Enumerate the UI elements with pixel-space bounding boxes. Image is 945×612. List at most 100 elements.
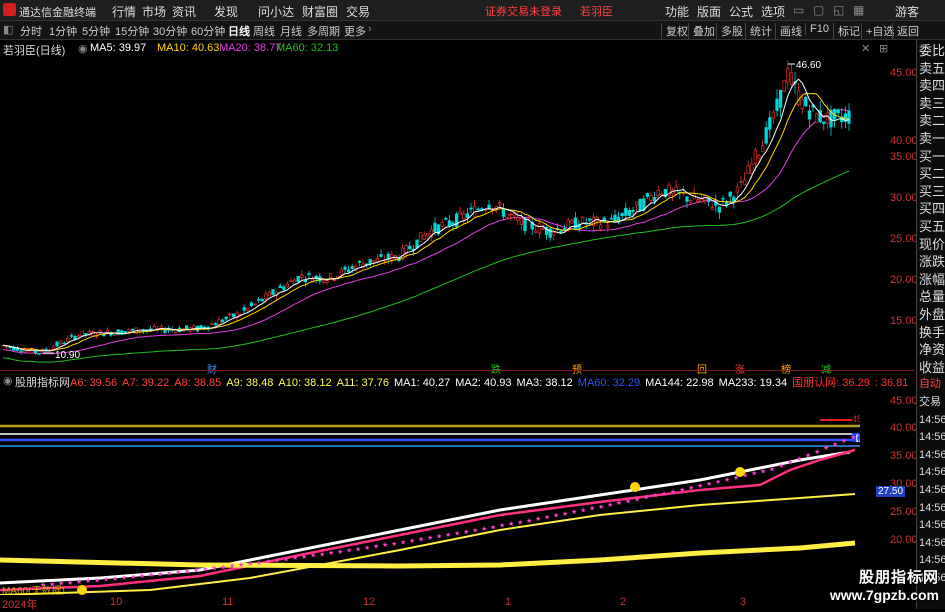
tab-period-active[interactable]: 日线 — [228, 23, 250, 39]
star-marker: ★ — [634, 496, 640, 504]
menu-item[interactable]: 问小达 — [258, 3, 294, 20]
tab-period[interactable]: 30分钟 — [153, 23, 187, 39]
candle-body — [757, 155, 761, 159]
tab-period[interactable]: 15分钟 — [115, 23, 149, 39]
tool-button[interactable]: 画线 — [775, 23, 802, 39]
ma-line — [2, 109, 850, 355]
menu-item[interactable]: 交易 — [346, 3, 370, 20]
indicator-chart[interactable]: 45.4 【底】 ★★★★★★★★★★★★★★★★★★★★★★★★★★★★★★★… — [0, 390, 860, 595]
smiley-icon — [77, 585, 87, 595]
candle-body — [98, 330, 102, 333]
panel-divider[interactable] — [0, 370, 915, 371]
guest-button[interactable]: 游客 — [895, 3, 919, 20]
star-marker: ★ — [166, 569, 172, 577]
price-tick: 30.00 — [890, 192, 918, 204]
quote-label: 14:56 — [919, 448, 945, 461]
menu-item[interactable]: 市场 — [142, 3, 166, 20]
star-marker: ★ — [787, 458, 793, 466]
app-logo-icon — [3, 3, 16, 16]
indicator-name[interactable]: 股朋指标网 — [15, 374, 70, 388]
candle-body — [163, 329, 167, 333]
login-notice[interactable]: 证券交易未登录 — [485, 3, 562, 19]
menu-item[interactable]: 财富圈 — [302, 3, 338, 20]
tool-button[interactable]: 多股 — [716, 23, 743, 39]
candle-body — [321, 280, 326, 284]
candle-body — [685, 196, 689, 202]
tab-period[interactable]: 60分钟 — [191, 23, 225, 39]
candle-body — [300, 274, 304, 278]
candle-body — [447, 220, 452, 227]
expand-icon[interactable]: ⊞ — [879, 42, 888, 55]
quote-label: 买四 — [919, 201, 945, 217]
grid-icon[interactable]: ▦ — [853, 3, 864, 17]
candle-body — [501, 209, 506, 217]
candle-body — [69, 335, 74, 337]
candle-body — [303, 279, 308, 283]
add-watchlist-button[interactable]: +自选 — [861, 23, 894, 39]
close-icon[interactable]: ✕ — [861, 42, 870, 55]
tool-button[interactable]: F10 — [805, 23, 829, 35]
star-marker: ★ — [130, 573, 136, 581]
tab-period[interactable]: 5分钟 — [82, 23, 110, 39]
settings-icon[interactable]: ◉ — [3, 374, 13, 387]
window-icon[interactable]: ◱ — [833, 3, 844, 17]
star-marker: ★ — [805, 451, 811, 459]
menu-function[interactable]: 功能 — [665, 3, 689, 20]
back-button[interactable]: 返回 — [892, 23, 919, 39]
menu-item[interactable]: 发现 — [214, 3, 238, 20]
star-marker: ★ — [769, 465, 775, 473]
star-marker: ★ — [724, 476, 730, 484]
candle-body — [537, 223, 542, 234]
restore-icon[interactable]: ▢ — [813, 3, 824, 17]
tool-button[interactable]: 统计 — [745, 23, 772, 39]
star-marker: ★ — [139, 572, 145, 580]
tab-period[interactable]: 月线 — [280, 23, 302, 39]
star-marker: ★ — [265, 558, 271, 566]
candle-body — [102, 334, 106, 337]
star-marker: ★ — [472, 526, 478, 534]
star-marker: ★ — [760, 467, 766, 475]
candle-body — [339, 269, 344, 276]
tool-button[interactable]: 复权 — [661, 23, 688, 39]
candle-body — [368, 259, 372, 265]
star-marker: ★ — [175, 568, 181, 576]
tool-button[interactable]: 叠加 — [688, 23, 715, 39]
candle-body — [746, 165, 750, 174]
candle-body — [296, 276, 300, 283]
tab-period[interactable]: 分时 — [20, 23, 42, 39]
settings-icon[interactable]: ◉ — [78, 42, 88, 55]
candle-body — [768, 117, 772, 130]
tab-period[interactable]: 周线 — [253, 23, 275, 39]
candle-body — [462, 213, 466, 220]
time-tick: 3 — [740, 596, 747, 608]
toggle-icon[interactable]: ◧ — [3, 23, 13, 36]
tab-period[interactable]: 1分钟 — [49, 23, 77, 39]
star-marker: ★ — [121, 574, 127, 582]
menu-item[interactable]: 行情 — [112, 3, 136, 20]
menu-layout[interactable]: 版面 — [697, 3, 721, 20]
candlestick-chart[interactable]: 46.60 10.90 — [0, 57, 860, 367]
tool-button[interactable]: 标记 — [833, 23, 860, 39]
chevron-right-icon[interactable]: › — [368, 23, 372, 35]
candle-body — [426, 232, 430, 237]
quote-label: 自动 — [919, 378, 941, 391]
candle-body — [37, 352, 41, 355]
star-marker: ★ — [562, 510, 568, 518]
candle-body — [638, 198, 642, 212]
indicator-tick: 40.00 — [890, 422, 918, 434]
quote-panel: 委比 卖五 卖四 卖三 卖二 卖一 买一 买二 买三 买四 买五 现价 涨跌 涨幅 总量 外盘 换手 净资 收益 自动… — [916, 40, 945, 609]
minimize-icon[interactable]: ▭ — [793, 3, 804, 17]
star-marker: ★ — [571, 508, 577, 516]
indicator-value: MA3: 38.12 — [516, 377, 573, 388]
indicator-value: A9: 38.48 — [226, 377, 274, 388]
ma-line — [2, 170, 850, 363]
menu-formula[interactable]: 公式 — [729, 3, 753, 20]
candle-body — [764, 127, 768, 144]
candle-body — [814, 113, 819, 123]
menu-item[interactable]: 资讯 — [172, 3, 196, 20]
watermark-url: www.7gpzb.com — [829, 587, 939, 603]
tab-period[interactable]: 多周期 — [307, 23, 340, 39]
tab-more[interactable]: 更多 — [344, 23, 366, 39]
menu-options[interactable]: 选项 — [761, 3, 785, 20]
candle-body — [422, 234, 426, 240]
